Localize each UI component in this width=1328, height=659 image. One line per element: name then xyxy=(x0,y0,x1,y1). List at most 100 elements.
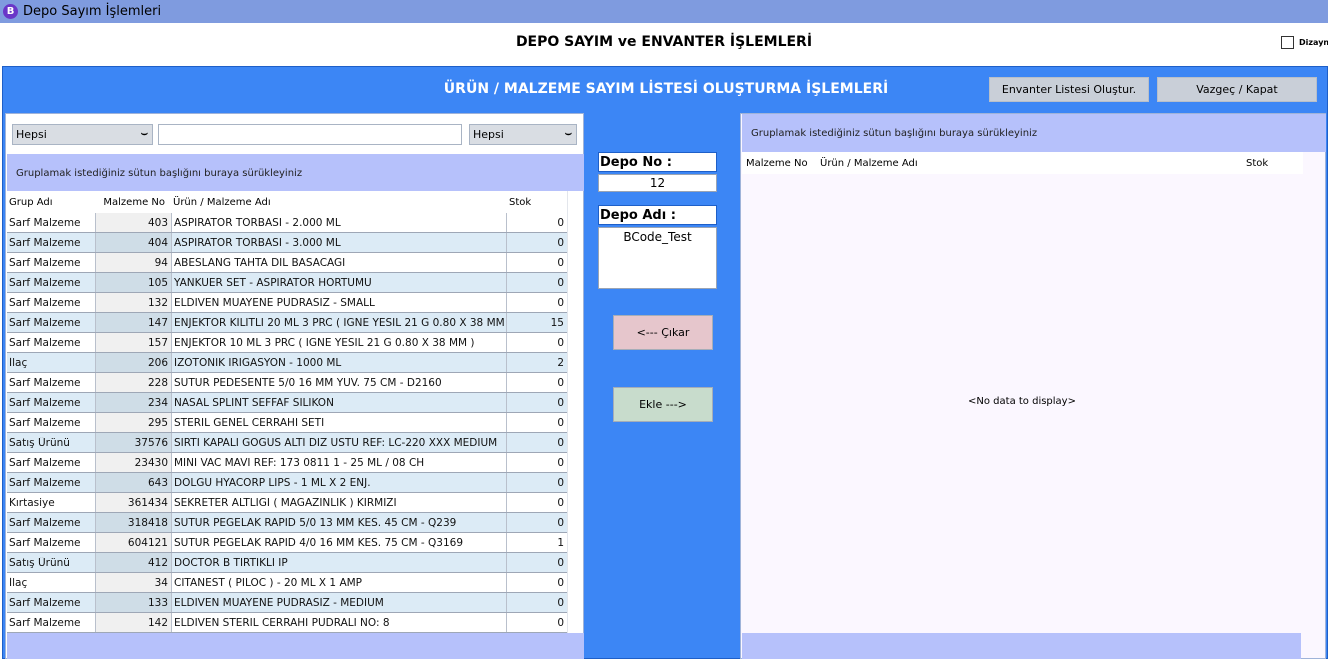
cell-name: NASAL SPLINT SEFFAF SILIKON xyxy=(171,393,506,412)
cell-group: Sarf Malzeme xyxy=(9,536,81,549)
cell-stock: 0 xyxy=(506,373,567,392)
cell-no: 403 xyxy=(95,213,171,232)
cell-stock: 0 xyxy=(506,393,567,412)
table-row[interactable]: Sarf Malzeme 228 SUTUR PEDESENTE 5/0 16 MM… xyxy=(7,373,567,393)
cell-stock: 0 xyxy=(506,413,567,432)
cell-group: Kırtasiye xyxy=(9,496,55,509)
cell-group: Satış Ürünü xyxy=(9,556,70,569)
cell-stock: 0 xyxy=(506,493,567,512)
table-row[interactable]: Sarf Malzeme 403 ASPIRATOR TORBASI - 2.000… xyxy=(7,213,567,233)
cell-group: Sarf Malzeme xyxy=(9,236,81,249)
cell-no: 643 xyxy=(95,473,171,492)
cell-group: Sarf Malzeme xyxy=(9,516,81,529)
table-row[interactable]: Sarf Malzeme 105 YANKUER SET - ASPIRATOR H… xyxy=(7,273,567,293)
cell-group: Satış Ürünü xyxy=(9,436,70,449)
cell-stock: 0 xyxy=(506,613,567,632)
table-row[interactable]: Sarf Malzeme 132 ELDIVEN MUAYENE PUDRASIZ … xyxy=(7,293,567,313)
table-row[interactable]: Satış Ürünü 412 DOCTOR B TIRTIKLI IP 0 xyxy=(7,553,567,573)
cell-no: 133 xyxy=(95,593,171,612)
cell-no: 228 xyxy=(95,373,171,392)
table-row[interactable]: Sarf Malzeme 157 ENJEKTOR 10 ML 3 PRC ( IG… xyxy=(7,333,567,353)
dizayn-label: Dizayn xyxy=(1299,38,1328,47)
table-row[interactable]: Sarf Malzeme 23430 MINI VAC MAVI REF: 173 … xyxy=(7,453,567,473)
table-row[interactable]: Sarf Malzeme 142 ELDIVEN STERIL CERRAHI PU… xyxy=(7,613,567,633)
cell-group: Sarf Malzeme xyxy=(9,616,81,629)
cell-name: ENJEKTOR KILITLI 20 ML 3 PRC ( IGNE YESI… xyxy=(171,313,506,332)
stock-filter-select[interactable]: Hepsi ⌣ xyxy=(469,124,577,145)
cell-group: Sarf Malzeme xyxy=(9,396,81,409)
group-filter-select[interactable]: Hepsi ⌣ xyxy=(12,124,153,145)
depo-adi-field[interactable]: BCode_Test xyxy=(598,227,717,289)
group-by-area[interactable]: Gruplamak istediğiniz sütun başlığını bu… xyxy=(742,114,1326,152)
product-list-panel: Hepsi ⌣ Hepsi ⌣ Gruplamak istediğiniz sü… xyxy=(5,113,584,659)
table-row[interactable]: Sarf Malzeme 147 ENJEKTOR KILITLI 20 ML 3 … xyxy=(7,313,567,333)
chevron-down-icon: ⌣ xyxy=(140,127,148,140)
grid-header: Malzeme No Ürün / Malzeme Adı Stok xyxy=(742,152,1303,174)
table-row[interactable]: İlaç 206 IZOTONIK IRIGASYON - 1000 ML 2 xyxy=(7,353,567,373)
cell-group: Sarf Malzeme xyxy=(9,256,81,269)
column-header-stock[interactable]: Stok xyxy=(506,191,567,213)
table-row[interactable]: İlaç 34 CITANEST ( PILOC ) - 20 ML X 1 AMP… xyxy=(7,573,567,593)
cell-group: Sarf Malzeme xyxy=(9,276,81,289)
window-title: Depo Sayım İşlemleri xyxy=(23,4,162,19)
cell-name: MINI VAC MAVI REF: 173 0811 1 - 25 ML / … xyxy=(171,453,506,472)
group-by-area[interactable]: Gruplamak istediğiniz sütun başlığını bu… xyxy=(7,154,584,191)
grid-footer xyxy=(742,633,1301,659)
column-header-group[interactable]: Grup Adı xyxy=(7,197,95,208)
depo-no-field[interactable]: 12 xyxy=(598,174,717,192)
cell-name: STERIL GENEL CERRAHI SETI xyxy=(171,413,506,432)
cell-no: 132 xyxy=(95,293,171,312)
cell-no: 94 xyxy=(95,253,171,272)
search-input[interactable] xyxy=(158,124,462,145)
table-row[interactable]: Sarf Malzeme 404 ASPIRATOR TORBASI - 3.000… xyxy=(7,233,567,253)
cell-name: DOCTOR B TIRTIKLI IP xyxy=(171,553,506,572)
cell-name: ELDIVEN MUAYENE PUDRASIZ - SMALL xyxy=(171,293,506,312)
cell-stock: 0 xyxy=(506,573,567,592)
create-inventory-button[interactable]: Envanter Listesi Oluştur. xyxy=(989,77,1149,102)
cell-stock: 0 xyxy=(506,253,567,272)
column-header-name[interactable]: Ürün / Malzeme Adı xyxy=(816,152,1242,174)
table-row[interactable]: Sarf Malzeme 234 NASAL SPLINT SEFFAF SILIK… xyxy=(7,393,567,413)
table-row[interactable]: Kırtasiye 361434 SEKRETER ALTLIGI ( MAGAZI… xyxy=(7,493,567,513)
cell-group: Sarf Malzeme xyxy=(9,416,81,429)
table-row[interactable]: Sarf Malzeme 604121 SUTUR PEGELAK RAPID 4/… xyxy=(7,533,567,553)
cell-stock: 0 xyxy=(506,273,567,292)
table-row[interactable]: Satış Ürünü 37576 SIRTI KAPALI GOGUS ALTI … xyxy=(7,433,567,453)
cell-no: 234 xyxy=(95,393,171,412)
cell-group: Sarf Malzeme xyxy=(9,216,81,229)
cell-group: Sarf Malzeme xyxy=(9,336,81,349)
cell-stock: 0 xyxy=(506,433,567,452)
cell-stock: 0 xyxy=(506,553,567,572)
stock-filter-value: Hepsi xyxy=(473,128,504,141)
column-header-name[interactable]: Ürün / Malzeme Adı xyxy=(171,191,506,213)
cell-no: 404 xyxy=(95,233,171,252)
cell-name: YANKUER SET - ASPIRATOR HORTUMU xyxy=(171,273,506,292)
cell-no: 23430 xyxy=(95,453,171,472)
table-row[interactable]: Sarf Malzeme 318418 SUTUR PEGELAK RAPID 5/… xyxy=(7,513,567,533)
cell-no: 37576 xyxy=(95,433,171,452)
cell-no: 142 xyxy=(95,613,171,632)
group-filter-value: Hepsi xyxy=(16,128,47,141)
cell-group: Sarf Malzeme xyxy=(9,296,81,309)
table-row[interactable]: Sarf Malzeme 643 DOLGU HYACORP LIPS - 1 ML… xyxy=(7,473,567,493)
column-header-no[interactable]: Malzeme No xyxy=(95,191,171,213)
cell-name: ASPIRATOR TORBASI - 2.000 ML xyxy=(171,213,506,232)
dizayn-checkbox[interactable] xyxy=(1281,36,1294,49)
cell-stock: 0 xyxy=(506,233,567,252)
window-title-bar: B Depo Sayım İşlemleri xyxy=(0,0,1328,23)
cancel-close-button[interactable]: Vazgeç / Kapat xyxy=(1157,77,1317,102)
grid-scrollbar[interactable] xyxy=(567,191,583,633)
dizayn-toggle[interactable]: Dizayn xyxy=(1281,36,1328,49)
column-header-no[interactable]: Malzeme No xyxy=(742,152,816,174)
cell-stock: 0 xyxy=(506,593,567,612)
cell-group: Sarf Malzeme xyxy=(9,316,81,329)
empty-state-text: <No data to display> xyxy=(968,396,1076,407)
table-row[interactable]: Sarf Malzeme 94 ABESLANG TAHTA DIL BASACAG… xyxy=(7,253,567,273)
cell-name: ABESLANG TAHTA DIL BASACAGI xyxy=(171,253,506,272)
cell-stock: 15 xyxy=(506,313,567,332)
column-header-stock[interactable]: Stok xyxy=(1242,152,1303,174)
table-row[interactable]: Sarf Malzeme 295 STERIL GENEL CERRAHI SETI… xyxy=(7,413,567,433)
remove-button[interactable]: <--- Çıkar xyxy=(613,315,713,350)
table-row[interactable]: Sarf Malzeme 133 ELDIVEN MUAYENE PUDRASIZ … xyxy=(7,593,567,613)
add-button[interactable]: Ekle ---> xyxy=(613,387,713,422)
